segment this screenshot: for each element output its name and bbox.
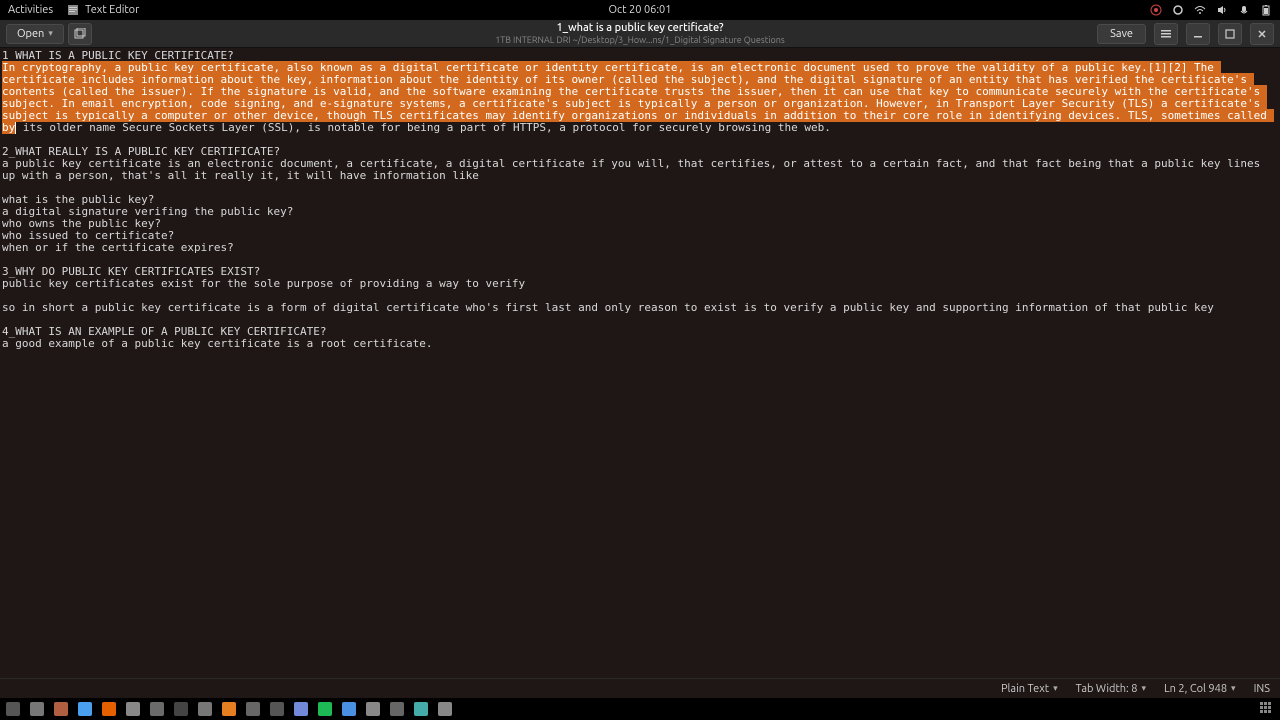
sync-icon[interactable] <box>1172 4 1184 16</box>
chevron-down-icon: ▾ <box>1141 683 1146 694</box>
para-1-tail: its older name Secure Sockets Layer (SSL… <box>16 121 831 134</box>
cursor-position[interactable]: Ln 2, Col 948 ▾ <box>1164 683 1236 695</box>
maximize-button[interactable] <box>1218 23 1242 45</box>
vlc-icon[interactable] <box>222 702 236 716</box>
activities-button[interactable]: Activities <box>8 4 53 16</box>
open-button-label: Open <box>17 28 44 40</box>
chevron-down-icon: ▾ <box>1231 683 1236 694</box>
discord-icon[interactable] <box>294 702 308 716</box>
files-icon[interactable] <box>6 702 20 716</box>
firefox-icon[interactable] <box>102 702 116 716</box>
document-path: 1TB INTERNAL DRI ~/Desktop/3_How...ns/1_… <box>495 35 785 46</box>
chevron-down-icon: ▾ <box>48 28 53 39</box>
syntax-label: Plain Text <box>1001 683 1049 695</box>
editor-statusbar: Plain Text▾ Tab Width: 8▾ Ln 2, Col 948▾… <box>0 678 1280 698</box>
grid-app-icon[interactable] <box>270 702 284 716</box>
terminal-icon[interactable] <box>174 702 188 716</box>
bottom-dock <box>0 698 1280 720</box>
para-3a: public key certificates exist for the so… <box>2 277 525 290</box>
para-2a: a public key certificate is an electroni… <box>2 157 1267 182</box>
gedit-icon[interactable] <box>366 702 380 716</box>
wifi-icon[interactable] <box>1194 4 1206 16</box>
gnome-top-panel: Activities Text Editor Oct 20 06:01 <box>0 0 1280 20</box>
title-block: 1_what is a public key certificate? 1TB … <box>495 22 785 46</box>
spotify-icon[interactable] <box>318 702 332 716</box>
minimize-button[interactable] <box>1186 23 1210 45</box>
q-line: when or if the certificate expires? <box>2 241 234 254</box>
new-tab-button[interactable] <box>68 23 92 45</box>
calendar-icon[interactable] <box>54 702 68 716</box>
clock[interactable]: Oct 20 06:01 <box>609 4 672 16</box>
mic-icon[interactable] <box>1238 4 1250 16</box>
tab-width-label: Tab Width: 8 <box>1076 683 1138 695</box>
chat-icon[interactable] <box>342 702 356 716</box>
text-editor-icon <box>67 4 79 16</box>
volume-icon[interactable] <box>1216 4 1228 16</box>
app-menu[interactable]: Text Editor <box>67 4 139 16</box>
app-menu-label: Text Editor <box>85 4 139 16</box>
para-3b: so in short a public key certificate is … <box>2 301 1214 314</box>
insert-mode-indicator[interactable]: INS <box>1254 683 1270 695</box>
cursor-position-label: Ln 2, Col 948 <box>1164 683 1227 695</box>
cinema-icon[interactable] <box>438 702 452 716</box>
writer-icon[interactable] <box>414 702 428 716</box>
hex-icon[interactable] <box>126 702 140 716</box>
chrome-icon[interactable] <box>78 702 92 716</box>
tab-width-selector[interactable]: Tab Width: 8▾ <box>1076 683 1146 695</box>
close-button[interactable] <box>1250 23 1274 45</box>
battery-icon[interactable] <box>1260 4 1272 16</box>
syntax-selector[interactable]: Plain Text ▾ <box>1001 683 1058 695</box>
save-button[interactable]: Save <box>1097 24 1146 44</box>
camera-icon[interactable] <box>246 702 260 716</box>
open-button[interactable]: Open ▾ <box>6 24 64 44</box>
editor-titlebar: Open ▾ 1_what is a public key certificat… <box>0 20 1280 48</box>
settings-icon[interactable] <box>198 702 212 716</box>
para-4: a good example of a public key certifica… <box>2 337 432 350</box>
show-applications-button[interactable] <box>1260 702 1274 716</box>
steam-icon[interactable] <box>150 702 164 716</box>
hamburger-menu-button[interactable] <box>1154 23 1178 45</box>
document-title: 1_what is a public key certificate? <box>495 22 785 35</box>
screen-record-icon[interactable] <box>1150 4 1162 16</box>
dvd-icon[interactable] <box>390 702 404 716</box>
screenshot-icon[interactable] <box>30 702 44 716</box>
text-editor-view[interactable]: 1_WHAT IS A PUBLIC KEY CERTIFICATE? In c… <box>0 48 1280 678</box>
chevron-down-icon: ▾ <box>1053 683 1058 694</box>
